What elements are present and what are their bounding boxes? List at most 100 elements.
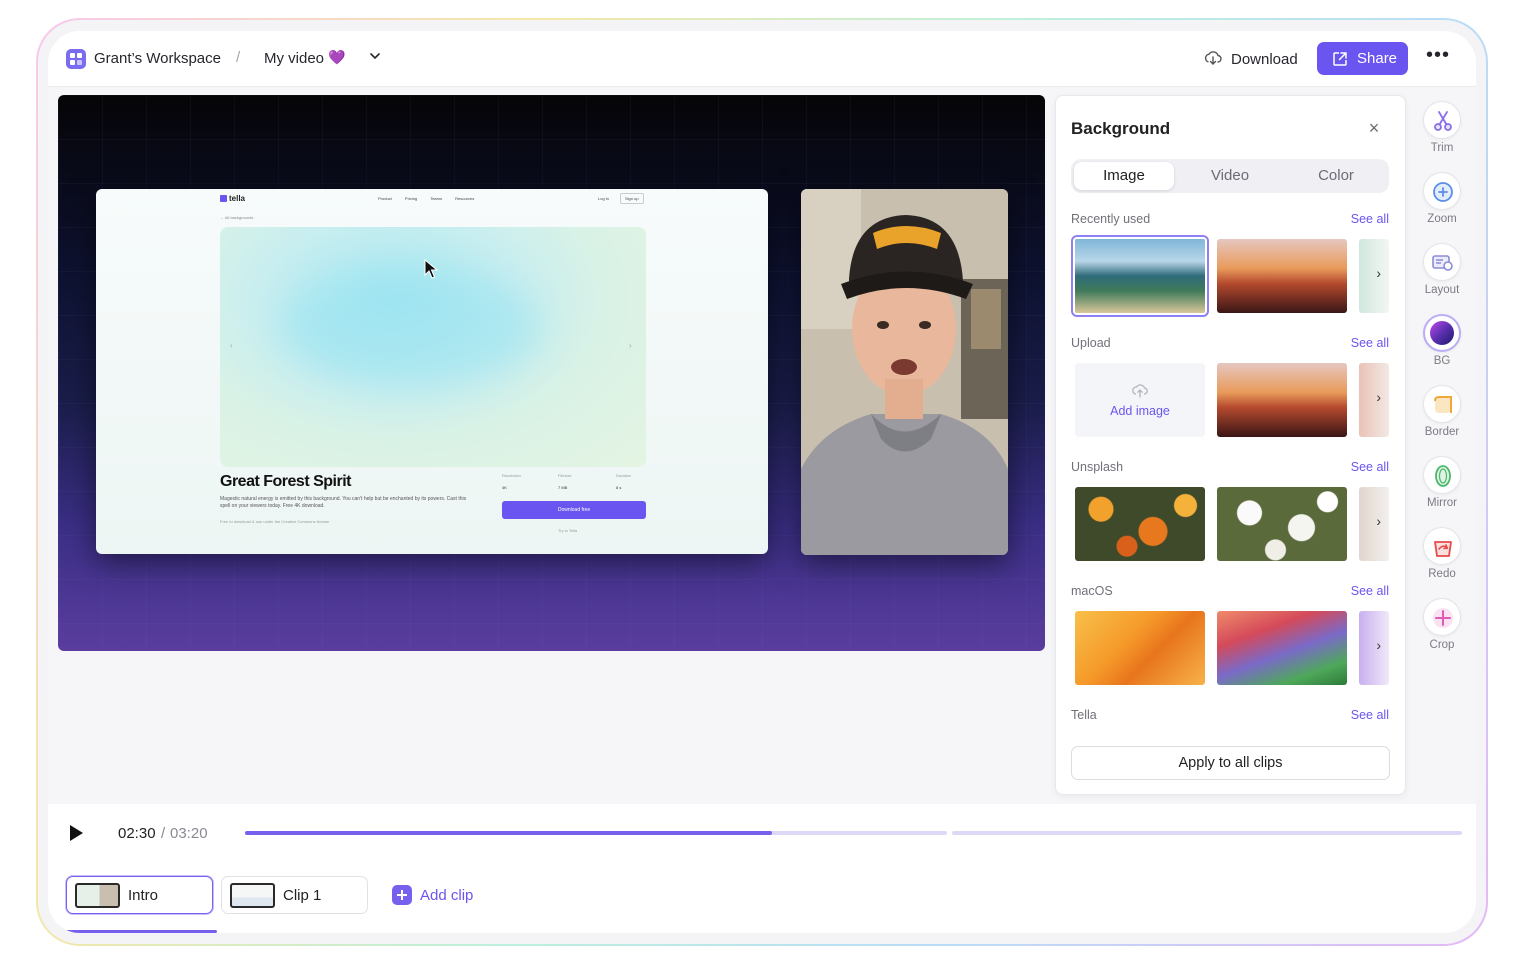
share-label: Share xyxy=(1357,50,1398,67)
add-clip-button[interactable]: Add clip xyxy=(420,887,473,904)
tool-trim[interactable]: Trim xyxy=(1420,101,1464,154)
chevron-right-icon: › xyxy=(1376,637,1381,653)
total-time: 03:20 xyxy=(170,825,208,842)
tab-color[interactable]: Color xyxy=(1286,162,1386,190)
crop-icon xyxy=(1423,598,1461,636)
workspace-name[interactable]: Grant’s Workspace xyxy=(94,50,221,67)
tool-crop[interactable]: Crop xyxy=(1420,598,1464,651)
app-frame: Grant’s Workspace / My video 💜 Download … xyxy=(38,20,1486,944)
screen-description: Magestic natural energy is emitted by th… xyxy=(220,496,467,509)
mirror-icon xyxy=(1423,456,1461,494)
download-icon[interactable] xyxy=(1204,50,1222,66)
section-label: Recently used xyxy=(1071,212,1151,226)
screen-meta-value: 7 MB xyxy=(558,485,568,490)
tool-mirror[interactable]: Mirror xyxy=(1420,456,1464,509)
progress-track-clip-1[interactable] xyxy=(952,831,1462,835)
background-thumbnail-sonoma[interactable] xyxy=(1217,611,1347,685)
app-window: Grant’s Workspace / My video 💜 Download … xyxy=(48,31,1476,933)
background-panel: Background × Image Video Color Recently … xyxy=(1055,95,1406,795)
screen-license: Free to download & use under the Creativ… xyxy=(220,519,330,524)
timeline-area: 02:30 / 03:20 Intro Clip 1 Add clip xyxy=(48,804,1476,933)
screen-meta-label: Duration xyxy=(616,473,632,478)
background-icon xyxy=(1423,314,1461,352)
more-thumbnails-button[interactable]: › xyxy=(1359,611,1389,685)
screen-back-link: ← All backgrounds xyxy=(220,215,254,220)
chevron-right-icon: › xyxy=(1376,265,1381,281)
see-all-link[interactable]: See all xyxy=(1351,212,1389,226)
background-thumbnail-ventura[interactable] xyxy=(1075,611,1205,685)
background-thumbnail-uploaded[interactable] xyxy=(1217,363,1347,437)
see-all-link[interactable]: See all xyxy=(1351,584,1389,598)
background-thumbnail-daisies[interactable] xyxy=(1217,487,1347,561)
background-thumbnail-orange-flowers[interactable] xyxy=(1075,487,1205,561)
scissors-icon xyxy=(1423,101,1461,139)
video-title[interactable]: My video xyxy=(264,50,324,67)
border-icon xyxy=(1423,385,1461,423)
screen-meta-value: 8 s xyxy=(616,485,622,490)
screen-title: Great Forest Spirit xyxy=(220,473,351,490)
upload-icon xyxy=(1132,384,1148,398)
download-button[interactable]: Download xyxy=(1231,51,1298,68)
section-label: macOS xyxy=(1071,584,1113,598)
time-separator: / xyxy=(161,825,166,842)
screen-prev-arrow-icon: ‹ xyxy=(230,341,233,350)
section-label: Unsplash xyxy=(1071,460,1124,474)
active-clip-indicator xyxy=(66,930,217,933)
see-all-link[interactable]: See all xyxy=(1351,460,1389,474)
clip-intro[interactable]: Intro xyxy=(66,876,213,914)
clip-thumbnail xyxy=(75,883,120,908)
tab-image[interactable]: Image xyxy=(1074,162,1174,190)
tool-label: Zoom xyxy=(1427,213,1457,225)
tab-video[interactable]: Video xyxy=(1180,162,1280,190)
chevron-right-icon: › xyxy=(1376,389,1381,405)
background-thumbnail-sunset[interactable] xyxy=(1217,239,1347,313)
tool-redo[interactable]: Redo xyxy=(1420,527,1464,580)
breadcrumb-separator: / xyxy=(236,49,241,66)
tool-label: Trim xyxy=(1430,142,1454,154)
layout-icon xyxy=(1423,243,1461,281)
panel-title: Background xyxy=(1071,119,1171,138)
tool-label: Crop xyxy=(1429,639,1455,651)
share-button[interactable]: Share xyxy=(1317,42,1408,75)
more-thumbnails-button[interactable]: › xyxy=(1359,363,1389,437)
background-thumbnail-coast[interactable] xyxy=(1071,235,1209,317)
close-icon[interactable]: × xyxy=(1364,118,1384,138)
see-all-link[interactable]: See all xyxy=(1351,708,1389,722)
tool-bg[interactable]: BG xyxy=(1420,314,1464,367)
video-preview[interactable]: tella Product Pricing Teams Resources Lo… xyxy=(58,95,1045,651)
mouse-cursor-icon xyxy=(424,259,438,279)
progress-track-intro[interactable] xyxy=(245,831,947,835)
tool-label: Border xyxy=(1424,426,1460,438)
more-thumbnails-button[interactable]: › xyxy=(1359,239,1389,313)
redo-icon xyxy=(1423,527,1461,565)
more-thumbnails-button[interactable]: › xyxy=(1359,487,1389,561)
screen-recording: tella Product Pricing Teams Resources Lo… xyxy=(96,189,768,554)
apply-to-all-clips-button[interactable]: Apply to all clips xyxy=(1071,746,1390,780)
chevron-right-icon: › xyxy=(1376,513,1381,529)
screen-login: Log in xyxy=(598,196,609,201)
tool-label: Redo xyxy=(1428,568,1456,580)
add-image-button[interactable]: Add image xyxy=(1075,363,1205,437)
play-icon[interactable] xyxy=(68,824,84,842)
screen-try-link: Try in Tella xyxy=(558,528,578,533)
clip-1[interactable]: Clip 1 xyxy=(221,876,368,914)
more-options-icon[interactable]: ••• xyxy=(1426,45,1449,67)
video-title-emoji: 💜 xyxy=(328,49,346,65)
tool-layout[interactable]: Layout xyxy=(1420,243,1464,296)
background-type-tabs: Image Video Color xyxy=(1071,159,1389,193)
webcam-recording xyxy=(801,189,1008,555)
screen-meta-label: Resolution xyxy=(502,473,521,478)
tool-zoom[interactable]: Zoom xyxy=(1420,172,1464,225)
screen-meta-label: Filesize xyxy=(558,473,572,478)
add-clip-icon[interactable] xyxy=(392,885,412,905)
tool-label: Mirror xyxy=(1426,497,1458,509)
chevron-down-icon[interactable] xyxy=(370,51,380,61)
add-image-label: Add image xyxy=(1110,404,1170,418)
see-all-link[interactable]: See all xyxy=(1351,336,1389,350)
workspace-logo-icon[interactable] xyxy=(66,49,86,69)
clip-thumbnail xyxy=(230,883,275,908)
person-icon xyxy=(801,189,1008,555)
screen-logo: tella xyxy=(220,194,245,203)
tool-border[interactable]: Border xyxy=(1420,385,1464,438)
clip-label: Clip 1 xyxy=(283,887,322,904)
